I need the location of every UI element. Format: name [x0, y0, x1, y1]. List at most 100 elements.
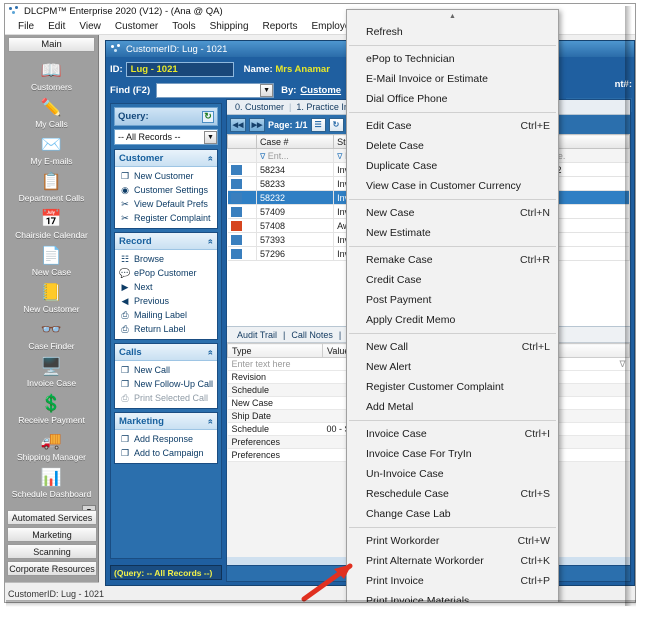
menu-item-invoice-case-for-tryin[interactable]: Invoice Case For TryIn [347, 444, 558, 464]
case-filter-0[interactable] [227, 148, 257, 163]
sidebar-item-invoice-case[interactable]: 🖥️ Invoice Case [5, 354, 98, 389]
refresh-icon[interactable]: ↻ [202, 110, 214, 123]
menu-item-epop-to-technician[interactable]: ePop to Technician [347, 49, 558, 69]
sidebar-item-receive-payment[interactable]: 💲 Receive Payment [5, 391, 98, 426]
menubar-item-customer[interactable]: Customer [108, 19, 165, 35]
menu-item-remake-case[interactable]: Remake Case Ctrl+R [347, 250, 558, 270]
menu-item-new-alert[interactable]: New Alert [347, 357, 558, 377]
customer-id-field[interactable]: Lug - 1021 [125, 61, 234, 77]
case-col-icon[interactable] [227, 134, 257, 149]
menu-item-print-invoice[interactable]: Print Invoice Ctrl+P [347, 571, 558, 591]
menubar-item-reports[interactable]: Reports [256, 19, 305, 35]
query-action-register-complaint[interactable]: ✂ Register Complaint [115, 211, 217, 225]
sidebar-bar-marketing[interactable]: Marketing [7, 527, 97, 542]
menu-item-e-mail-invoice-or-estimate[interactable]: E-Mail Invoice or Estimate [347, 69, 558, 89]
menu-item-view-case-in-customer-currency[interactable]: View Case in Customer Currency [347, 176, 558, 196]
query-group-header[interactable]: Customer « [115, 150, 217, 167]
query-action-next[interactable]: ▶ Next [115, 280, 217, 294]
sidebar-bar-corporate-resources[interactable]: Corporate Resources [7, 561, 97, 576]
menubar-item-file[interactable]: File [11, 19, 41, 35]
query-action-view-default-prefs[interactable]: ✂ View Default Prefs [115, 197, 217, 211]
chevron-up-icon[interactable]: « [205, 418, 216, 423]
menu-item-print-workorder[interactable]: Print Workorder Ctrl+W [347, 531, 558, 551]
last-page-icon[interactable]: ▶▶ [249, 117, 265, 132]
query-action-browse[interactable]: ☷ Browse [115, 252, 217, 266]
chevron-up-icon[interactable]: « [205, 349, 216, 354]
by-value[interactable]: Custome [300, 85, 341, 96]
menu-item-new-call[interactable]: New Call Ctrl+L [347, 337, 558, 357]
query-action-add-to-campaign[interactable]: ❐ Add to Campaign [115, 446, 217, 460]
chevron-up-icon[interactable]: ▲ [347, 10, 558, 22]
sidebar-item-customers[interactable]: 📖 Customers [5, 58, 98, 93]
tab-1-practice-in[interactable]: 1. Practice In [291, 102, 354, 112]
sidebar-item-new-customer[interactable]: 📒 New Customer [5, 280, 98, 315]
query-side-panel: Query: ↻ -- All Records -- ▼ Customer « ❐ N… [110, 103, 222, 559]
query-action-mailing-label[interactable]: ⎙ Mailing Label [115, 308, 217, 322]
menu-item-dial-office-phone[interactable]: Dial Office Phone [347, 89, 558, 109]
menubar-item-view[interactable]: View [72, 19, 108, 35]
query-action-new-call[interactable]: ❐ New Call [115, 363, 217, 377]
query-action-return-label[interactable]: ⎙ Return Label [115, 322, 217, 336]
first-page-icon[interactable]: ◀◀ [230, 117, 246, 132]
nav-header-main[interactable]: Main [8, 37, 95, 52]
menu-item-credit-case[interactable]: Credit Case [347, 270, 558, 290]
menu-item-new-estimate[interactable]: New Estimate [347, 223, 558, 243]
audit-tab-call-notes[interactable]: Call Notes [285, 330, 339, 340]
case-col-case-[interactable]: Case # [255, 134, 335, 149]
sidebar-item-label: Chairside Calendar [15, 230, 88, 240]
menu-item-un-invoice-case[interactable]: Un-Invoice Case [347, 464, 558, 484]
sidebar-bar-scanning[interactable]: Scanning [7, 544, 97, 559]
query-action-epop-customer[interactable]: 💬 ePop Customer [115, 266, 217, 280]
case-filter-1[interactable]: ∇ Ent... [256, 148, 335, 163]
query-action-new-follow-up-call[interactable]: ❐ New Follow-Up Call [115, 377, 217, 391]
menubar-item-tools[interactable]: Tools [165, 19, 202, 35]
query-select[interactable]: -- All Records -- ▼ [114, 129, 218, 145]
audit-col-type[interactable]: Type [227, 343, 323, 358]
sidebar-item-chairside-calendar[interactable]: 📅 Chairside Calendar [5, 206, 98, 241]
audit-filter-input[interactable]: Enter text here [227, 357, 323, 371]
query-group-header[interactable]: Marketing « [115, 413, 217, 430]
sidebar-item-my-calls[interactable]: ✏️ My Calls [5, 95, 98, 130]
clipboard-icon: 📋 [40, 171, 63, 191]
menu-item-delete-case[interactable]: Delete Case [347, 136, 558, 156]
menu-item-invoice-case[interactable]: Invoice Case Ctrl+I [347, 424, 558, 444]
chevron-up-icon[interactable]: « [205, 238, 216, 243]
chevron-up-icon[interactable]: « [205, 155, 216, 160]
chevron-down-icon[interactable]: ▼ [204, 130, 217, 144]
query-action-previous[interactable]: ◀ Previous [115, 294, 217, 308]
sidebar-item-shipping-manager[interactable]: 🚚 Shipping Manager [5, 428, 98, 463]
case-context-menu[interactable]: ▲ Refresh ePop to Technician E-Mail Invoic… [346, 9, 559, 602]
query-action-new-customer[interactable]: ❐ New Customer [115, 169, 217, 183]
menu-item-refresh[interactable]: Refresh [347, 22, 558, 42]
menu-item-apply-credit-memo[interactable]: Apply Credit Memo [347, 310, 558, 330]
sidebar-item-schedule-dashboard[interactable]: 📊 Schedule Dashboard [5, 465, 98, 500]
sidebar-item-my-e-mails[interactable]: ✉️ My E-mails [5, 132, 98, 167]
query-group-header[interactable]: Calls « [115, 344, 217, 361]
grid-view-icon[interactable]: ☰ [310, 117, 326, 132]
sidebar-item-department-calls[interactable]: 📋 Department Calls [5, 169, 98, 204]
menu-item-register-customer-complaint[interactable]: Register Customer Complaint [347, 377, 558, 397]
sidebar-bar-automated-services[interactable]: Automated Services [7, 510, 97, 525]
tab-0-customer[interactable]: 0. Customer [230, 102, 289, 112]
menu-item-print-alternate-workorder[interactable]: Print Alternate Workorder Ctrl+K [347, 551, 558, 571]
query-action-add-response[interactable]: ❐ Add Response [115, 432, 217, 446]
menu-item-post-payment[interactable]: Post Payment [347, 290, 558, 310]
menu-item-new-case[interactable]: New Case Ctrl+N [347, 203, 558, 223]
find-input[interactable]: ▼ [156, 82, 275, 98]
query-status-bar: (Query: -- All Records --) [110, 565, 222, 580]
menu-item-label: Credit Case [366, 274, 422, 286]
menubar-item-edit[interactable]: Edit [41, 19, 72, 35]
menubar-item-shipping[interactable]: Shipping [203, 19, 256, 35]
chevron-down-icon[interactable]: ▼ [260, 83, 274, 97]
menu-item-change-case-lab[interactable]: Change Case Lab [347, 504, 558, 524]
menu-item-add-metal[interactable]: Add Metal [347, 397, 558, 417]
menu-item-duplicate-case[interactable]: Duplicate Case [347, 156, 558, 176]
menu-item-edit-case[interactable]: Edit Case Ctrl+E [347, 116, 558, 136]
audit-tab-audit-trail[interactable]: Audit Trail [231, 330, 283, 340]
menu-item-reschedule-case[interactable]: Reschedule Case Ctrl+S [347, 484, 558, 504]
sidebar-item-new-case[interactable]: 📄 New Case [5, 243, 98, 278]
query-action-customer-settings[interactable]: ◉ Customer Settings [115, 183, 217, 197]
query-group-header[interactable]: Record « [115, 233, 217, 250]
refresh-grid-icon[interactable]: ↻ [328, 117, 344, 132]
sidebar-item-case-finder[interactable]: 👓 Case Finder [5, 317, 98, 352]
